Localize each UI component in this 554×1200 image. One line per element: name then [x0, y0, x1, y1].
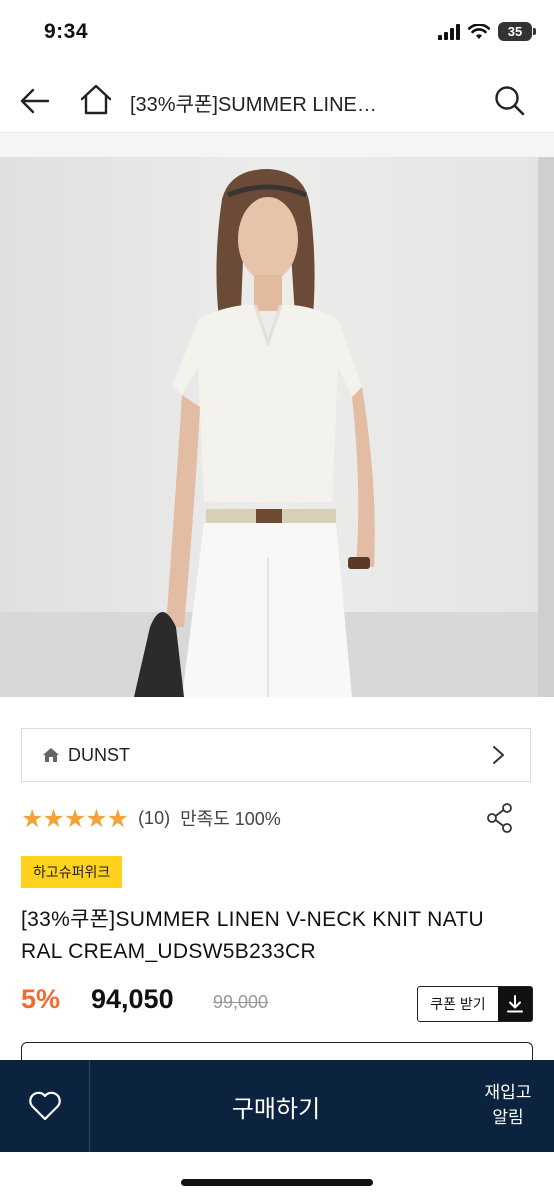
chevron-right-icon — [493, 746, 504, 764]
review-count[interactable]: (10) — [138, 808, 170, 829]
home-icon[interactable] — [78, 82, 114, 118]
product-photo-illustration — [0, 157, 554, 697]
wishlist-button[interactable] — [0, 1060, 90, 1152]
brand-link[interactable]: DUNST — [21, 728, 531, 782]
rating-stars: ★★★★★ — [21, 803, 129, 833]
restock-label-line2: 알림 — [492, 1108, 524, 1128]
search-icon[interactable] — [492, 84, 526, 118]
promo-badge: 하고슈퍼위크 — [21, 856, 123, 888]
brand-home-icon — [43, 748, 59, 762]
sale-price: 94,050 — [91, 984, 174, 1014]
restock-label-line1: 재입고 — [484, 1083, 532, 1103]
share-icon[interactable] — [485, 802, 515, 834]
rating-row: ★★★★★ (10) 만족도 100% — [21, 800, 531, 836]
satisfaction-rate: 만족도 100% — [180, 809, 281, 829]
product-image[interactable] — [0, 157, 554, 697]
buy-button[interactable]: 구매하기 — [90, 1060, 462, 1152]
coupon-download-button[interactable]: 쿠폰 받기 — [417, 986, 533, 1022]
discount-rate: 5% — [21, 984, 61, 1014]
home-indicator — [181, 1179, 373, 1186]
bottom-action-bar: 구매하기 재입고 알림 — [0, 1060, 554, 1152]
brand-name: DUNST — [68, 744, 130, 765]
download-icon — [498, 987, 532, 1021]
heart-icon — [28, 1091, 61, 1121]
restock-alert-button[interactable]: 재입고 알림 — [462, 1060, 554, 1152]
coupon-label: 쿠폰 받기 — [430, 996, 486, 1012]
product-title: [33%쿠폰]SUMMER LINEN V-NECK KNIT NATURAL … — [21, 908, 484, 963]
status-icons: 35 — [438, 22, 536, 41]
page-title: [33%쿠폰]SUMMER LINE… — [130, 94, 377, 116]
status-time: 9:34 — [44, 20, 89, 43]
wifi-icon — [468, 23, 490, 39]
status-bar: 9:34 35 — [0, 0, 554, 66]
image-top-gap — [0, 133, 554, 157]
price-row: 5% 94,050 99,000 쿠폰 받기 — [21, 984, 541, 1024]
battery-indicator: 35 — [498, 22, 536, 41]
top-navigation-bar: [33%쿠폰]SUMMER LINE… — [0, 66, 554, 133]
signal-icon — [438, 23, 460, 40]
back-arrow-icon[interactable] — [18, 84, 52, 118]
battery-level: 35 — [507, 24, 523, 39]
original-price: 99,000 — [213, 992, 269, 1012]
